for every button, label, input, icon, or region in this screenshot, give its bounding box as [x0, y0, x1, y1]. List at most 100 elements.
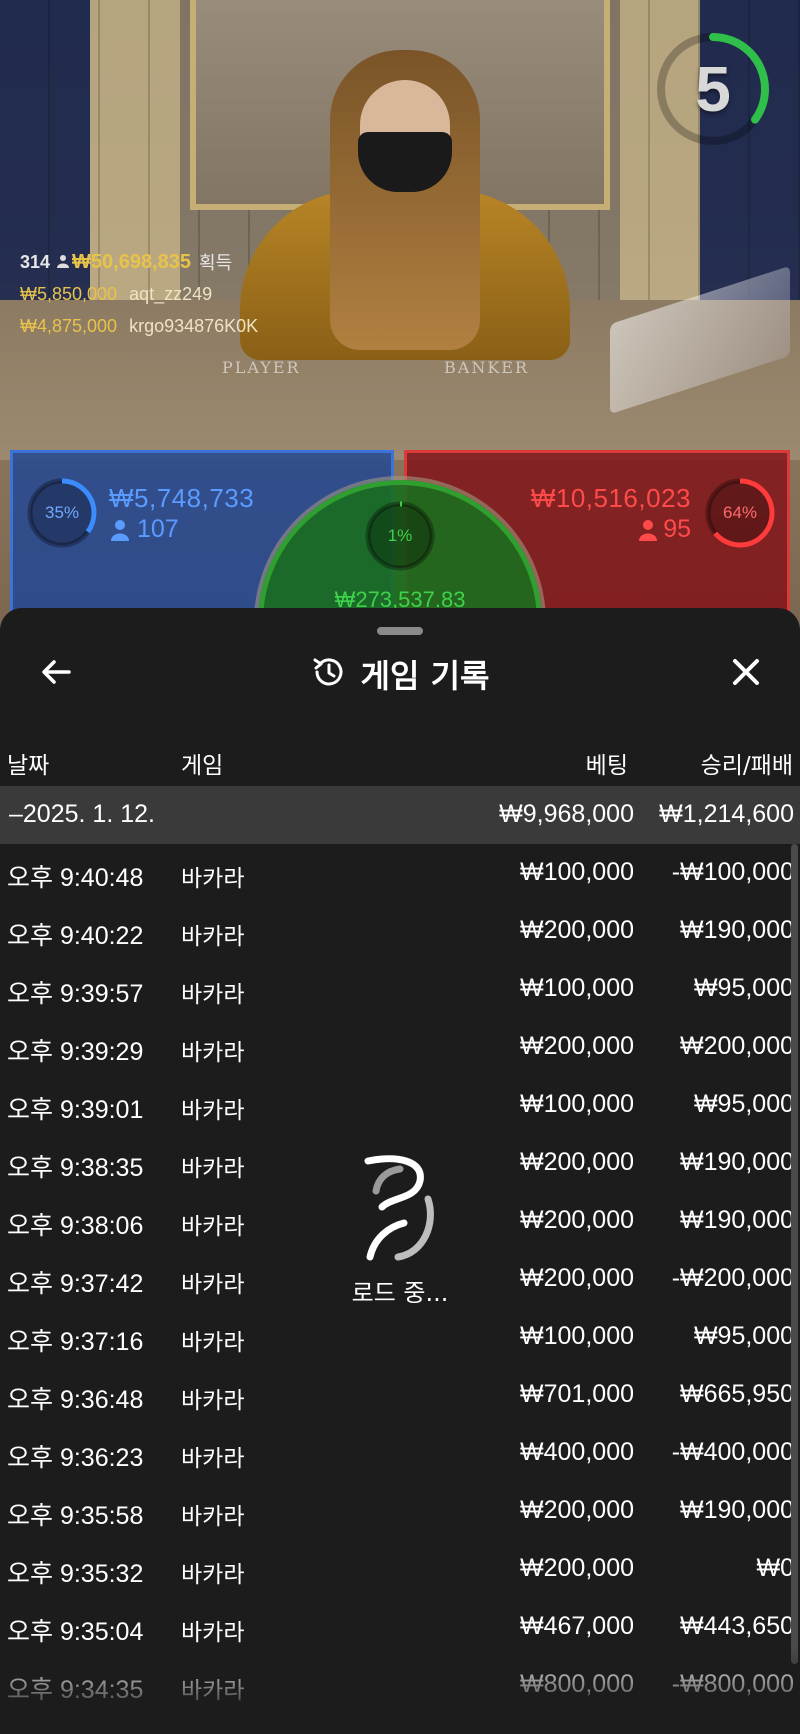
row-time: 오후 9:37:16 — [7, 1328, 144, 1356]
row-bet: ₩200,000 — [520, 1148, 634, 1176]
row-bet: ₩200,000 — [520, 1206, 634, 1234]
banker-felt-label: BANKER — [444, 358, 529, 377]
banker-bet-amount: ₩10,516,023 — [530, 483, 691, 513]
countdown-timer: 5 — [654, 30, 772, 148]
top-winner: ₩5,850,000 aqt_zz249 — [20, 278, 258, 310]
player-felt-label: PLAYER — [222, 358, 301, 377]
table-row[interactable]: 오후 9:40:22 바카라 ₩200,000 ₩190,000 — [0, 902, 800, 960]
column-date: 날짜 — [7, 753, 50, 779]
row-time: 오후 9:35:32 — [7, 1560, 144, 1588]
table-row[interactable]: 오후 9:35:58 바카라 ₩200,000 ₩190,000 — [0, 1482, 800, 1540]
top-winner-nickname: krgo934876K0K — [129, 315, 259, 336]
table-row[interactable]: 오후 9:39:29 바카라 ₩200,000 ₩200,000 — [0, 1018, 800, 1076]
sheet-header: 게임 기록 — [0, 646, 800, 702]
row-result: ₩190,000 — [680, 916, 794, 944]
person-icon — [639, 519, 657, 545]
player-percent-ring: 35% — [25, 476, 99, 550]
row-result: ₩95,000 — [693, 1322, 794, 1350]
row-time: 오후 9:35:04 — [7, 1618, 144, 1646]
table-header: 날짜 게임 베팅 승리/패배 — [0, 732, 800, 792]
row-time: 오후 9:40:22 — [7, 922, 144, 950]
loading-spinner-icon — [358, 1153, 442, 1267]
row-game: 바카라 — [181, 1620, 245, 1646]
row-game: 바카라 — [181, 1156, 245, 1182]
banker-percent: 64% — [722, 503, 758, 522]
row-game: 바카라 — [181, 1446, 245, 1472]
page-title: 게임 기록 — [360, 657, 490, 695]
row-bet: ₩200,000 — [520, 916, 634, 944]
scrollbar[interactable] — [791, 844, 798, 1664]
table-row[interactable]: 오후 9:39:01 바카라 ₩100,000 ₩95,000 — [0, 1076, 800, 1134]
row-result: ₩200,000 — [680, 1032, 794, 1060]
row-result: ₩190,000 — [680, 1206, 794, 1234]
tie-percent: 1% — [387, 526, 413, 545]
top-winner-nickname: aqt_zz249 — [129, 283, 213, 304]
loading-text: 로드 중... — [351, 1279, 449, 1307]
top-winner-amount: ₩5,850,000 — [20, 283, 118, 304]
table-row[interactable]: 오후 9:36:23 바카라 ₩400,000 -₩400,000 — [0, 1424, 800, 1482]
person-icon — [111, 519, 129, 545]
row-game: 바카라 — [181, 1272, 245, 1298]
row-bet: ₩100,000 — [520, 858, 634, 886]
row-result: ₩190,000 — [680, 1496, 794, 1524]
row-bet: ₩200,000 — [520, 1496, 634, 1524]
row-game: 바카라 — [181, 1388, 245, 1414]
winners-label: 획득 — [199, 253, 233, 273]
winners-total: ₩50,698,835 — [72, 250, 192, 273]
game-history-sheet: 게임 기록 날짜 게임 베팅 승리/패배 –2025. 1. 12. ₩9,96… — [0, 608, 800, 1734]
table-row[interactable]: 오후 9:39:57 바카라 ₩100,000 ₩95,000 — [0, 960, 800, 1018]
row-game: 바카라 — [181, 1504, 245, 1530]
row-game: 바카라 — [181, 1562, 245, 1588]
row-game: 바카라 — [181, 1214, 245, 1240]
row-time: 오후 9:39:01 — [7, 1096, 144, 1124]
row-bet: ₩400,000 — [520, 1438, 634, 1466]
summary-result: ₩1,214,600 — [659, 800, 794, 828]
row-bet: ₩200,000 — [520, 1554, 634, 1582]
banker-percent-ring: 64% — [703, 476, 777, 550]
row-result: ₩95,000 — [693, 974, 794, 1002]
row-result: ₩95,000 — [693, 1090, 794, 1118]
table-row[interactable]: 오후 9:36:48 바카라 ₩701,000 ₩665,950 — [0, 1366, 800, 1424]
row-time: 오후 9:35:58 — [7, 1502, 144, 1530]
row-bet: ₩467,000 — [520, 1612, 634, 1640]
row-game: 바카라 — [181, 924, 245, 950]
row-game: 바카라 — [181, 866, 245, 892]
table-row[interactable]: 오후 9:35:32 바카라 ₩200,000 ₩0 — [0, 1540, 800, 1598]
player-bet-amount: ₩5,748,733 — [109, 483, 255, 513]
person-icon — [56, 254, 70, 271]
table-row[interactable]: 오후 9:40:48 바카라 ₩100,000 -₩100,000 — [0, 844, 800, 902]
bottom-fade — [0, 1648, 800, 1734]
row-time: 오후 9:40:48 — [7, 864, 144, 892]
row-bet: ₩100,000 — [520, 974, 634, 1002]
table-row[interactable]: 오후 9:37:16 바카라 ₩100,000 ₩95,000 — [0, 1308, 800, 1366]
row-game: 바카라 — [181, 1330, 245, 1356]
row-result: ₩190,000 — [680, 1148, 794, 1176]
column-game: 게임 — [181, 753, 224, 779]
row-game: 바카라 — [181, 1098, 245, 1124]
close-button[interactable] — [720, 648, 772, 700]
row-result: -₩400,000 — [671, 1438, 794, 1466]
row-bet: ₩200,000 — [520, 1032, 634, 1060]
row-bet: ₩701,000 — [520, 1380, 634, 1408]
row-time: 오후 9:37:42 — [7, 1270, 144, 1298]
live-video: PLAYER BANKER 5 314 ₩50,698,835 획득 ₩5,85… — [0, 0, 800, 640]
row-game: 바카라 — [181, 982, 245, 1008]
dealer — [230, 40, 590, 360]
row-time: 오후 9:38:06 — [7, 1212, 144, 1240]
row-time: 오후 9:36:48 — [7, 1386, 144, 1414]
row-time: 오후 9:39:29 — [7, 1038, 144, 1066]
row-bet: ₩200,000 — [520, 1264, 634, 1292]
row-result: ₩0 — [756, 1554, 795, 1582]
winners-summary: 314 ₩50,698,835 획득 — [20, 246, 258, 278]
row-time: 오후 9:38:35 — [7, 1154, 144, 1182]
row-game: 바카라 — [181, 1040, 245, 1066]
row-bet: ₩100,000 — [520, 1090, 634, 1118]
date-group-summary[interactable]: –2025. 1. 12. ₩9,968,000 ₩1,214,600 — [0, 786, 800, 844]
column-bet: 베팅 — [585, 753, 628, 779]
row-time: 오후 9:36:23 — [7, 1444, 144, 1472]
player-bettor-count: 107 — [137, 515, 179, 543]
summary-bet: ₩9,968,000 — [499, 800, 634, 828]
row-result: -₩100,000 — [671, 858, 794, 886]
row-bet: ₩100,000 — [520, 1322, 634, 1350]
sheet-grabber[interactable] — [377, 627, 423, 635]
